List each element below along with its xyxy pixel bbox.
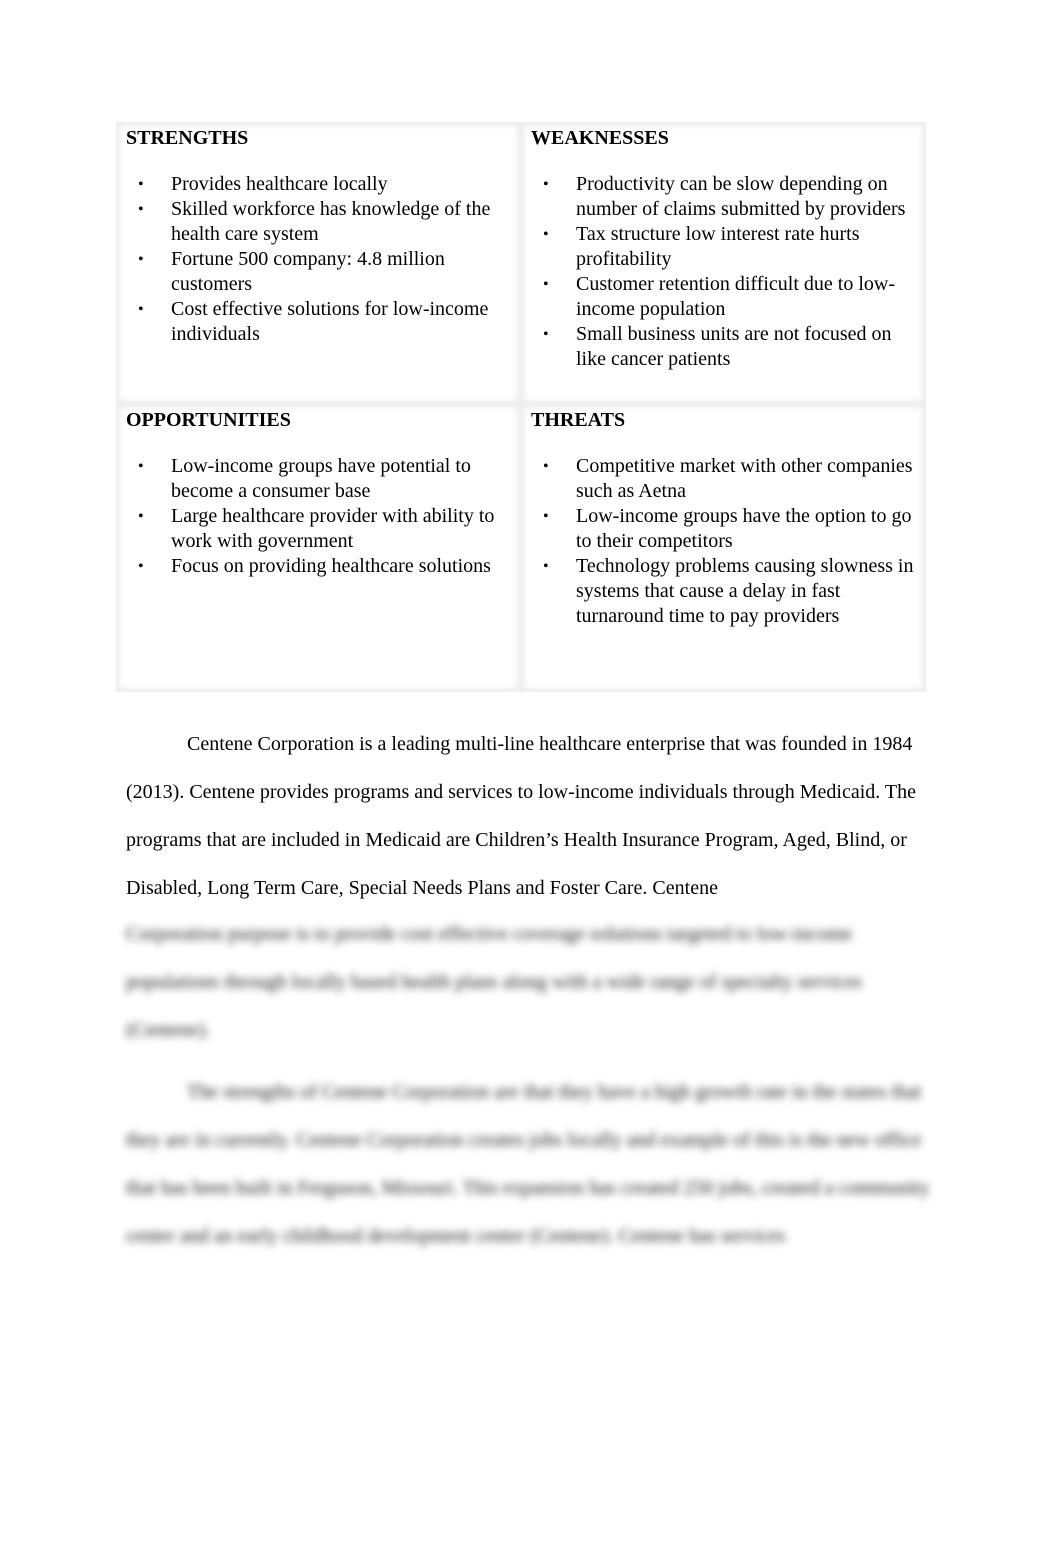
list-item: • Focus on providing healthcare solutions xyxy=(138,555,491,577)
list-item: • Customer retention difficult due to low… xyxy=(543,273,896,320)
bullet-icon: • xyxy=(138,176,144,193)
opportunities-list: • Low-income groups have potential to bec… xyxy=(126,454,511,579)
bullet-icon: • xyxy=(138,301,144,318)
bullet-icon: • xyxy=(138,558,144,575)
list-item: • Low-income groups have the option to go… xyxy=(543,505,912,552)
bullet-icon: • xyxy=(543,558,549,575)
opportunities-heading: OPPORTUNITIES xyxy=(126,409,291,431)
list-item: • Competitive market with other companies… xyxy=(543,455,913,502)
bullet-icon: • xyxy=(543,276,549,293)
list-item: • Tax structure low interest rate hurts p… xyxy=(543,223,860,270)
body-paragraph-1: Centene Corporation is a leading multi-l… xyxy=(126,733,916,899)
strengths-list: • Provides healthcare locally • Skilled wo… xyxy=(126,172,511,347)
list-item: • Small business units are not focused on… xyxy=(543,323,892,370)
list-item: • Technology problems causing slowness in… xyxy=(543,555,914,627)
swot-strengths-cell: STRENGTHS • Provides healthcare locally •… xyxy=(116,122,521,404)
strengths-heading: STRENGTHS xyxy=(126,127,249,149)
list-item: • Cost effective solutions for low-income… xyxy=(138,298,489,345)
list-item: • Provides healthcare locally xyxy=(138,173,388,195)
swot-opportunities-cell: OPPORTUNITIES • Low-income groups have po… xyxy=(116,404,521,692)
threats-list: • Competitive market with other companies… xyxy=(531,454,916,629)
body-paragraph-2-blurred: The strengths of Centene Corporation are… xyxy=(126,1081,930,1247)
body-paragraph-1-blurred: Corporation purpose is to provide cost e… xyxy=(126,923,862,1041)
bullet-icon: • xyxy=(543,176,549,193)
list-item: • Low-income groups have potential to bec… xyxy=(138,455,471,502)
list-item: • Fortune 500 company: 4.8 million custom… xyxy=(138,248,445,295)
swot-weaknesses-cell: WEAKNESSES • Productivity can be slow dep… xyxy=(521,122,926,404)
bullet-icon: • xyxy=(138,201,144,218)
threats-heading: THREATS xyxy=(531,409,626,431)
weaknesses-heading: WEAKNESSES xyxy=(531,127,669,149)
swot-table: STRENGTHS • Provides healthcare locally •… xyxy=(116,122,926,692)
bullet-icon: • xyxy=(138,251,144,268)
list-item: • Skilled workforce has knowledge of the … xyxy=(138,198,491,245)
bullet-icon: • xyxy=(138,508,144,525)
swot-threats-cell: THREATS • Competitive market with other c… xyxy=(521,404,926,692)
list-item: • Large healthcare provider with ability … xyxy=(138,505,495,552)
weaknesses-list: • Productivity can be slow depending on n… xyxy=(531,172,916,372)
bullet-icon: • xyxy=(138,458,144,475)
bullet-icon: • xyxy=(543,508,549,525)
list-item: • Productivity can be slow depending on n… xyxy=(543,173,906,220)
bullet-icon: • xyxy=(543,458,549,475)
bullet-icon: • xyxy=(543,326,549,343)
bullet-icon: • xyxy=(543,226,549,243)
